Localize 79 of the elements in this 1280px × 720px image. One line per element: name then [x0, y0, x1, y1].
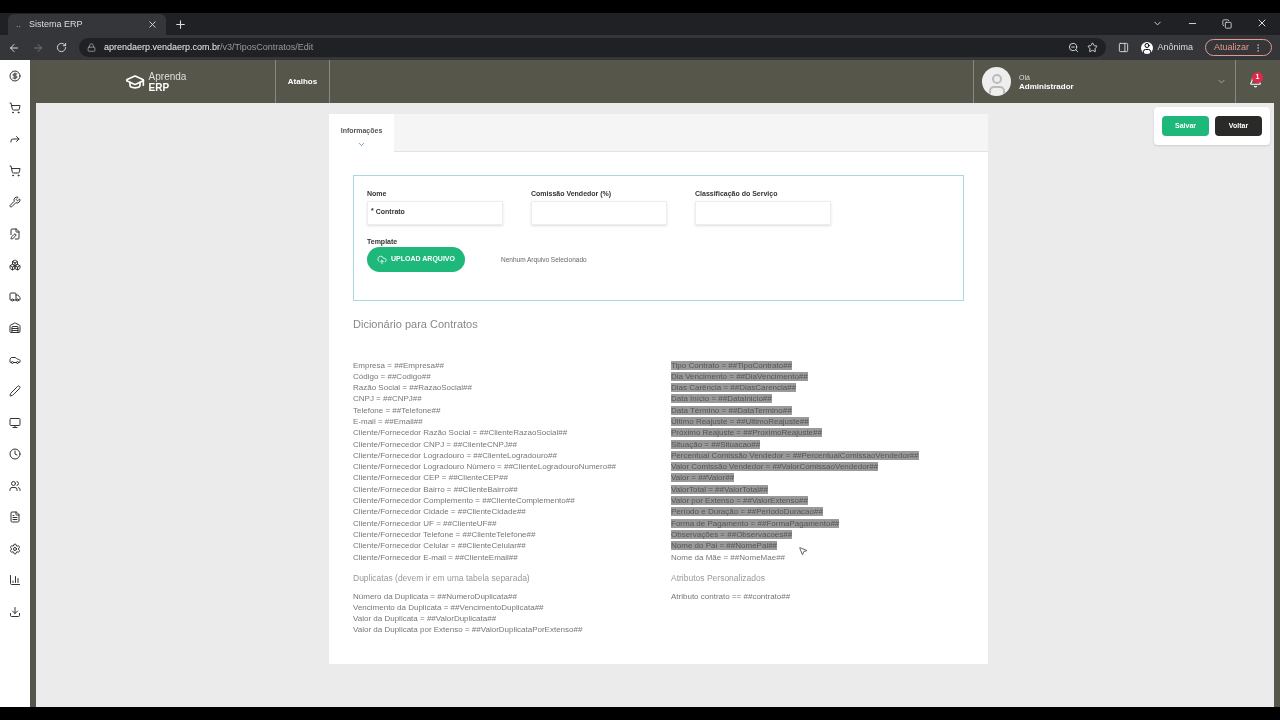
- cart-icon[interactable]: [9, 101, 21, 114]
- zoom-icon[interactable]: [1068, 42, 1080, 53]
- tab-favicon: ..: [16, 17, 21, 31]
- dictionary-entry: Cliente/Fornecedor Logradouro Número = ##ClienteLogradouroNumero##: [353, 462, 617, 472]
- truck-icon[interactable]: [9, 290, 21, 303]
- dictionary-entry: Próximo Reajuste = ##ProximoReajuste##: [671, 428, 822, 438]
- section-title: Duplicatas (devem ir em uma tabela separada): [353, 571, 531, 585]
- dictionary-entry: Empresa = ##Empresa##: [353, 360, 444, 370]
- dictionary-entry: Observações = ##Observacoes##: [671, 529, 793, 539]
- dictionary-entry: Cliente/Fornecedor UF = ##ClienteUF##: [353, 518, 497, 528]
- avatar: [982, 67, 1011, 96]
- dollar-icon[interactable]: [9, 70, 21, 82]
- close-icon[interactable]: [147, 19, 158, 30]
- dictionary-entry: Cliente/Fornecedor Bairro = ##ClienteBairro##: [353, 484, 518, 494]
- mouse-cursor-icon: [798, 545, 808, 556]
- new-tab-icon[interactable]: [174, 18, 187, 31]
- restore-icon[interactable]: [1222, 19, 1232, 29]
- user-name: Administrador: [1019, 81, 1075, 91]
- dictionary-entry: E-mail = ##Email##: [353, 417, 423, 426]
- dictionary-entry: Cliente/Fornecedor E-mail = ##ClienteEmail##: [353, 552, 518, 562]
- dictionary-entry: Razão Social = ##RazaoSocial##: [353, 383, 472, 393]
- reload-icon[interactable]: [56, 42, 67, 53]
- side-panel-icon[interactable]: [1118, 42, 1130, 53]
- dictionary-entry: Valor da Duplicata por Extenso = ##ValorDuplicataPorExtenso##: [353, 625, 583, 635]
- dictionary-entry: Cliente/Fornecedor Telefone = ##ClienteTelefone##: [353, 529, 536, 539]
- logo-text: Aprenda: [148, 70, 187, 82]
- document-icon[interactable]: [9, 511, 21, 523]
- dictionary-entry: CNPJ = ##CNPJ##: [353, 394, 422, 404]
- dictionary-entry: Percentual Comissão Vendedor = ##PercentualComissaoVendedor##: [671, 450, 919, 460]
- browser-tab[interactable]: .. Sistema ERP: [8, 14, 166, 35]
- dictionary-entry: Último Reajuste = ##UltimoReajuste##: [671, 417, 809, 426]
- monitor-icon[interactable]: [9, 416, 21, 429]
- dictionary-entry: Cliente/Fornecedor Logradouro = ##ClienteLogradouro##: [353, 450, 557, 460]
- back-icon[interactable]: [8, 41, 20, 54]
- download-icon[interactable]: [9, 605, 21, 618]
- wrench-icon[interactable]: [9, 196, 21, 208]
- dictionary-entry: Situação = ##Situacao##: [671, 439, 761, 449]
- dictionary-entry: Número da Duplicata = ##NumeroDuplicata##: [353, 591, 517, 601]
- dictionary-entry: Cliente/Fornecedor Complemento = ##ClienteComplemento##: [353, 496, 575, 506]
- tab-title: Sistema ERP: [29, 17, 84, 31]
- dictionary-entry: ValorTotal = ##ValorTotal##: [671, 484, 768, 494]
- dictionary-entry: Cliente/Fornecedor CNPJ = ##ClienteCNPJ##: [353, 439, 517, 449]
- forward-arrow-icon[interactable]: [9, 133, 21, 145]
- users-icon[interactable]: [9, 479, 21, 492]
- clock-icon[interactable]: [9, 448, 21, 460]
- document-edit-icon[interactable]: [9, 227, 21, 240]
- dictionary-entry: Atributo contrato == ##contrato##: [671, 591, 791, 601]
- address-bar[interactable]: aprendaerp.vendaerp.com.br/v3/TiposContratos/Edit: [79, 38, 1107, 57]
- shortcuts-menu[interactable]: Atalhos: [275, 60, 330, 103]
- url-text: aprendaerp.vendaerp.com.br/v3/TiposContratos/Edit: [104, 40, 315, 54]
- bar-chart-icon[interactable]: [9, 574, 21, 586]
- dictionary-entry: Telefone = ##Telefone##: [353, 405, 441, 415]
- settings-icon[interactable]: [9, 542, 21, 555]
- lock-icon: [87, 43, 96, 52]
- bookmark-star-icon[interactable]: [1087, 42, 1099, 53]
- dictionary-entry: Vencimento da Duplicata = ##VencimentoDuplicata##: [353, 602, 544, 612]
- dictionary-entry: Valor da Duplicata = ##ValorDuplicata##: [353, 614, 497, 624]
- input-field[interactable]: [695, 200, 831, 225]
- pen-icon[interactable]: [9, 385, 21, 397]
- logo-text: ERP: [148, 81, 170, 93]
- close-window-icon[interactable]: [1256, 17, 1268, 29]
- dictionary-entry: Nome da Mãe = ##NomeMae##: [671, 552, 786, 562]
- incognito-icon: [1141, 41, 1154, 54]
- dictionary-entry: Tipo Contrato = ##TipoContrato##: [671, 360, 793, 370]
- dictionary-entry: Cliente/Fornecedor Celular = ##ClienteCelular##: [353, 541, 526, 551]
- dictionary-entry: Código = ##Codigo##: [353, 371, 431, 381]
- input-field[interactable]: [531, 200, 667, 225]
- dictionary-entry: Cliente/Fornecedor Cidade = ##ClienteCidade##: [353, 507, 526, 517]
- section-title: Atributos Personalizados: [671, 571, 767, 585]
- dictionary-entry: Valor = ##Valor##: [671, 473, 735, 483]
- cart-icon[interactable]: [9, 164, 21, 177]
- dictionary-entry: Valor Comissão Vendedor = ##ValorComissaoVendedor##: [671, 462, 879, 472]
- dictionary-entry: Cliente/Fornecedor CEP = ##ClienteCEP##: [353, 473, 508, 483]
- dictionary-entry: Cliente/Fornecedor Razão Social = ##ClienteRazaoSocial##: [353, 428, 568, 438]
- boxes-icon[interactable]: [9, 259, 21, 271]
- profile-label[interactable]: Anônima: [1157, 40, 1193, 55]
- warehouse-icon[interactable]: [9, 322, 21, 334]
- section-title: Dicionário para Contratos: [353, 317, 479, 332]
- cloud-upload-icon: [377, 254, 388, 265]
